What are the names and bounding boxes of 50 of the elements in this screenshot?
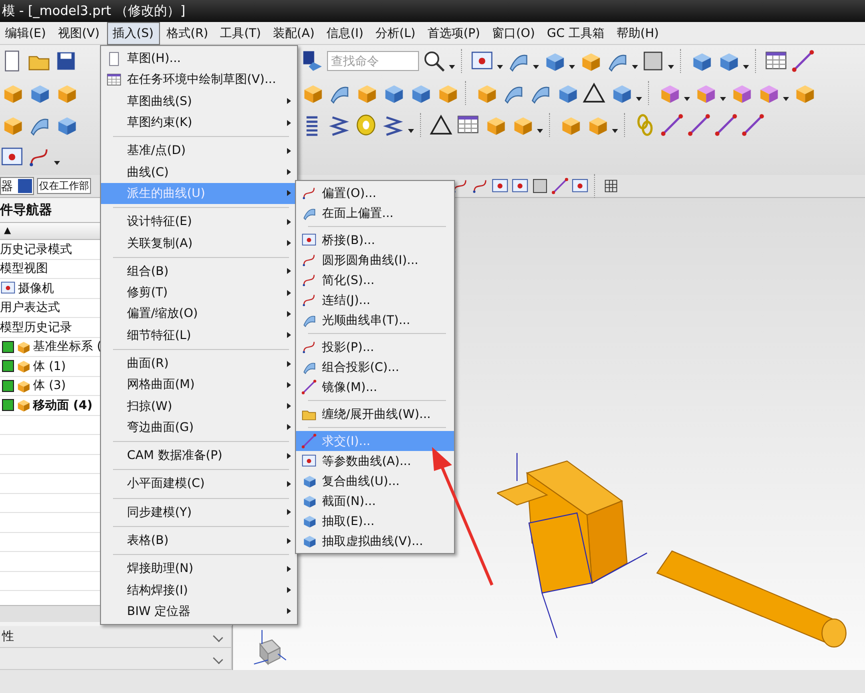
menu-label: 关联复制(A)	[127, 234, 194, 252]
menu-label: 在面上偏置...	[322, 204, 394, 222]
menu-label: 截面(N)...	[322, 492, 377, 510]
menu-label: 连结(J)...	[322, 292, 372, 308]
tree-label: 摄像机	[18, 280, 54, 297]
menu-label: 焊接助理(N)	[127, 560, 194, 578]
tree-label: 体 (3)	[33, 377, 66, 394]
menu-label: 等参数曲线(A)...	[322, 452, 412, 470]
menu-label: 曲面(R)	[127, 355, 170, 372]
menu-label: 小平面建模(C)	[127, 475, 206, 492]
section-label: 性	[0, 628, 14, 645]
menu-label: 基准/点(D)	[127, 142, 187, 160]
menu-label: 扫掠(W)	[127, 398, 174, 415]
tree-label: 模型视图	[0, 260, 48, 278]
menu-label: 光顺曲线串(T)...	[322, 312, 412, 328]
menu-label: 求交(I)...	[322, 432, 372, 450]
menu-label: CAM 数据准备(P)	[127, 447, 224, 464]
menu-label: 桥接(B)...	[322, 232, 376, 248]
menu-label: 弯边曲面(G)	[127, 418, 195, 436]
menu-label: 同步建模(Y)	[127, 504, 193, 521]
menu-label: BIW 定位器	[127, 602, 192, 620]
tree-label: 基准坐标系 (	[33, 338, 102, 356]
tree-label: 模型历史记录	[0, 318, 72, 336]
menu-label: 复合曲线(U)...	[322, 472, 401, 490]
menu-label: 细节特征(L)	[127, 326, 192, 344]
tree-label: 用户表达式	[0, 299, 60, 316]
window-title: 模 - [_model3.prt （修改的）]	[1, 3, 186, 20]
menu-label: 抽取(E)...	[322, 512, 376, 530]
menu-label: 在任务环境中绘制草图(V)...	[127, 71, 278, 88]
menu-label: 投影(P)...	[322, 338, 376, 356]
menu-label: 组合投影(C)...	[322, 358, 400, 376]
menu-label: 修剪(T)	[127, 284, 169, 302]
menu-label: 偏置/缩放(O)	[127, 305, 199, 322]
menu-label: 草图(H)...	[127, 50, 182, 68]
menu-label: 圆形圆角曲线(I)...	[322, 252, 420, 268]
menu-label: 表格(B)	[127, 532, 170, 550]
tree-label: 体 (1)	[33, 358, 66, 375]
menu-label: 草图曲线(S)	[127, 92, 193, 110]
menu-label: 缠绕/展开曲线(W)...	[322, 406, 432, 422]
menu-label: 结构焊接(I)	[127, 582, 189, 599]
menu-label: 镜像(M)...	[322, 378, 378, 396]
menu-label: 草图约束(K)	[127, 114, 194, 132]
tree-label: 历史记录模式	[0, 240, 72, 258]
menu-label: 组合(B)	[127, 262, 170, 280]
menu-label: 曲线(C)	[127, 164, 170, 181]
menu-label: 简化(S)...	[322, 272, 376, 288]
tree-label: 移动面 (4)	[33, 396, 92, 414]
menu-label: 网格曲面(M)	[127, 376, 196, 394]
menu-label: 抽取虚拟曲线(V)...	[322, 532, 424, 550]
menu-label: 偏置(O)...	[322, 184, 378, 202]
